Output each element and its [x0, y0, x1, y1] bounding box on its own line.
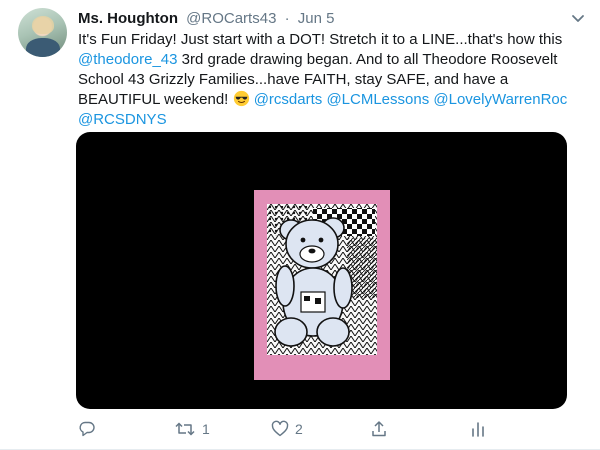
media-image[interactable] — [76, 132, 567, 409]
retweet-button[interactable]: 1 — [174, 418, 210, 440]
like-count: 2 — [295, 421, 303, 437]
analytics-button[interactable] — [469, 418, 493, 440]
mention-link[interactable]: @theodore_43 — [78, 51, 177, 68]
heart-icon — [271, 420, 289, 437]
mention-link[interactable]: @RCSDNYS — [78, 111, 167, 128]
tweet-actions: 1 2 — [78, 418, 578, 440]
reply-icon — [79, 421, 95, 437]
header-separator: · — [284, 10, 290, 27]
tweet-header: Ms. Houghton @ROCarts43 · Jun 5 — [78, 10, 334, 28]
reply-button[interactable] — [78, 418, 102, 440]
author-name[interactable]: Ms. Houghton — [78, 10, 178, 27]
like-button[interactable]: 2 — [271, 418, 303, 440]
retweet-icon — [175, 422, 195, 436]
mention-link[interactable]: @LovelyWarrenRoc — [433, 91, 567, 108]
tweet[interactable]: Ms. Houghton @ROCarts43 · Jun 5 It's Fun… — [0, 0, 600, 450]
avatar[interactable] — [18, 8, 67, 57]
tweet-text-part: It's Fun Friday! Just start with a DOT! … — [78, 31, 563, 48]
sunglasses-emoji-icon — [233, 90, 249, 107]
avatar-hair — [32, 16, 54, 34]
author-handle[interactable]: @ROCarts43 — [186, 10, 276, 27]
retweet-count: 1 — [202, 421, 210, 437]
pink-paper — [254, 190, 390, 380]
bear-drawing — [267, 204, 377, 355]
share-button[interactable] — [370, 418, 394, 440]
avatar-body — [26, 38, 60, 57]
mention-link[interactable]: @rcsdarts — [254, 91, 323, 108]
bear-drawing-art — [267, 204, 377, 355]
mention-link[interactable]: @LCMLessons — [326, 91, 429, 108]
chevron-down-icon[interactable] — [570, 10, 586, 26]
analytics-icon — [472, 422, 484, 437]
tweet-text: It's Fun Friday! Just start with a DOT! … — [78, 30, 578, 130]
share-icon — [372, 421, 386, 437]
tweet-date[interactable]: Jun 5 — [298, 10, 335, 27]
